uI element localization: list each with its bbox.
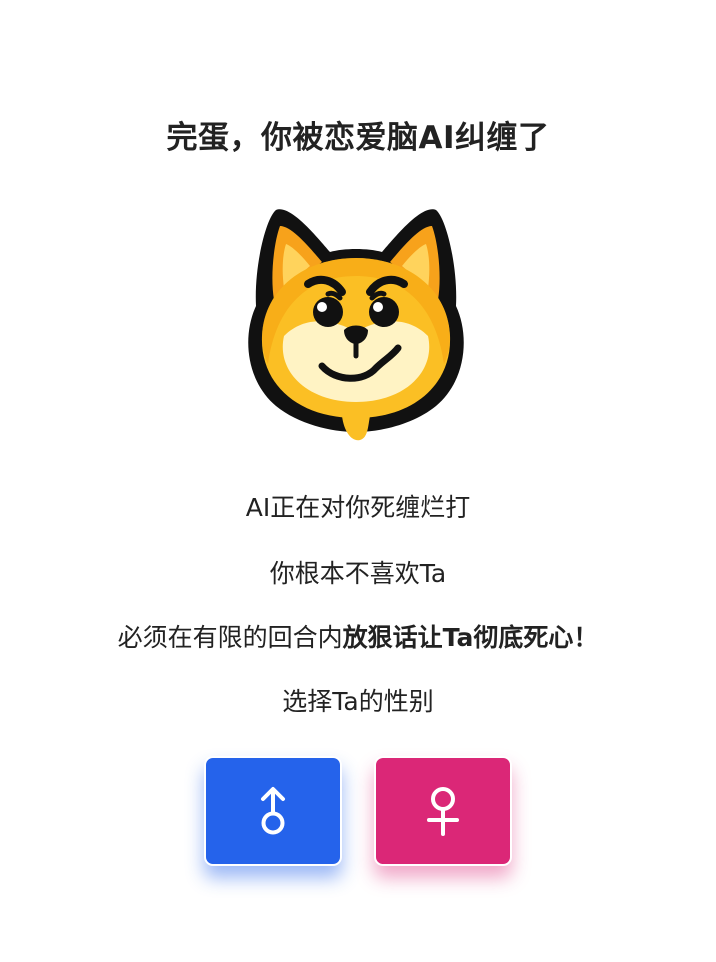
start-screen: 完蛋，你被恋爱脑AI纠缠了 AI正在对你死缠烂打 你根本不喜欢Ta 必须在有限的… xyxy=(0,0,716,962)
male-symbol-icon xyxy=(256,786,290,836)
intro-line-1: AI正在对你死缠烂打 xyxy=(245,493,471,522)
page-title: 完蛋，你被恋爱脑AI纠缠了 xyxy=(166,120,550,156)
intro-line-3-emphasis: 放狠话让Ta彻底死心！ xyxy=(342,623,599,652)
gender-prompt: 选择Ta的性别 xyxy=(282,687,434,716)
intro-line-2: 你根本不喜欢Ta xyxy=(269,559,447,588)
shiba-inu-icon xyxy=(236,196,476,446)
female-symbol-icon xyxy=(423,785,463,837)
intro-line-3-prefix: 必须在有限的回合内 xyxy=(117,623,343,652)
female-button[interactable] xyxy=(374,756,512,866)
male-button[interactable] xyxy=(204,756,342,866)
intro-line-3: 必须在有限的回合内放狠话让Ta彻底死心！ xyxy=(0,618,716,654)
